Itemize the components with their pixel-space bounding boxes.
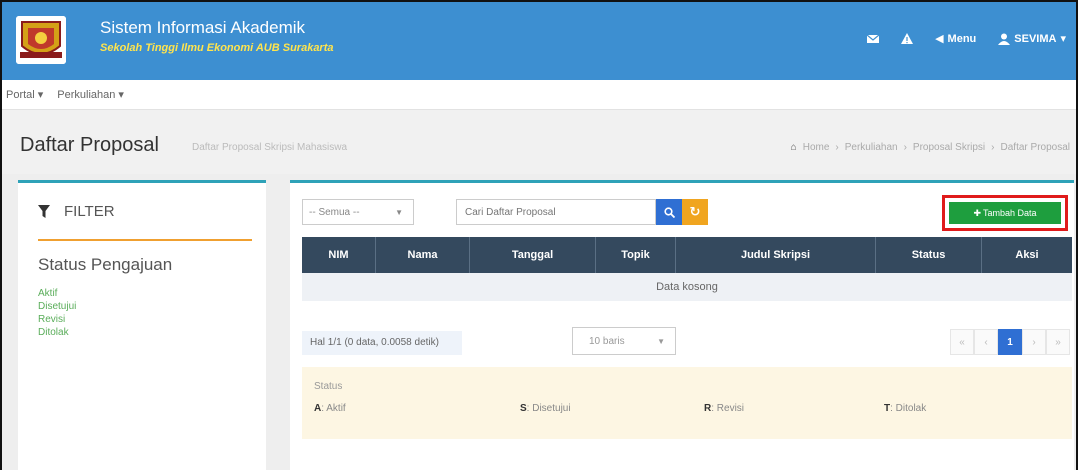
search-input[interactable]: [456, 199, 656, 225]
column-header[interactable]: Topik: [596, 237, 676, 273]
column-header[interactable]: Nama: [376, 237, 470, 273]
warning-icon: [901, 32, 914, 44]
menu-label: Menu: [947, 32, 977, 45]
filter-option-aktif[interactable]: Aktif: [38, 287, 76, 300]
main-nav: Portal ▾ Perkuliahan ▾: [2, 80, 1076, 110]
plus-icon: ✚: [973, 207, 981, 218]
home-icon: ⌂: [790, 142, 797, 153]
pagination-bar: Hal 1/1 (0 data, 0.0058 detik) 10 baris …: [302, 323, 1072, 361]
prev-page-button[interactable]: ‹: [974, 329, 998, 355]
breadcrumb: ⌂ Home › Perkuliahan › Proposal Skripsi …: [791, 142, 1070, 153]
filter-title: Status Pengajuan: [38, 255, 173, 274]
app-window: Sistem Informasi Akademik Sekolah Tinggi…: [0, 0, 1078, 470]
caret-down-icon: ▾: [118, 89, 124, 101]
breadcrumb-proposal-skripsi[interactable]: Proposal Skripsi: [913, 142, 985, 153]
filter-option-disetujui[interactable]: Disetujui: [38, 300, 76, 313]
filter-option-ditolak[interactable]: Ditolak: [38, 326, 76, 339]
breadcrumb-separator: ›: [835, 142, 839, 153]
page-subtitle: Daftar Proposal Skripsi Mahasiswa: [192, 142, 348, 153]
nav-portal-label: Portal: [6, 88, 35, 101]
pager: « ‹ 1 › »: [950, 329, 1070, 355]
top-right-menu: ◀ Menu SEVIMA ▾: [867, 32, 1066, 45]
rows-per-page-value: 10 baris: [589, 336, 625, 347]
menu-toggle-button[interactable]: ◀ Menu: [935, 32, 977, 46]
add-data-label: Tambah Data: [983, 208, 1037, 218]
institution-logo-icon[interactable]: [16, 16, 66, 64]
filter-heading-label: FILTER: [64, 203, 115, 220]
page-info: Hal 1/1 (0 data, 0.0058 detik): [302, 331, 462, 355]
legend-label: : Ditolak: [890, 403, 927, 414]
institution-name: Sekolah Tinggi Ilmu Ekonomi AUB Surakart…: [100, 42, 334, 54]
nav-perkuliahan[interactable]: Perkuliahan ▾: [57, 88, 124, 102]
filter-panel: FILTER Status Pengajuan Aktif Disetujui …: [18, 180, 266, 470]
legend-item: A: Aktif: [314, 403, 346, 414]
rows-per-page-select[interactable]: 10 baris ▼: [572, 327, 676, 355]
page-button-current[interactable]: 1: [998, 329, 1022, 355]
refresh-icon: ↻: [689, 204, 701, 219]
column-header[interactable]: Judul Skripsi: [676, 237, 876, 273]
add-button-highlight: ✚ Tambah Data: [942, 195, 1068, 231]
column-header[interactable]: Status: [876, 237, 982, 273]
nav-perkuliahan-label: Perkuliahan: [57, 88, 116, 101]
breadcrumb-perkuliahan[interactable]: Perkuliahan: [845, 142, 898, 153]
arrow-left-icon: ◀: [935, 33, 944, 45]
page-title: Daftar Proposal: [20, 134, 159, 156]
nav-portal[interactable]: Portal ▾: [6, 88, 44, 102]
filter-options: Aktif Disetujui Revisi Ditolak: [38, 287, 76, 339]
mail-button[interactable]: [867, 33, 880, 45]
empty-state-row: Data kosong: [302, 273, 1072, 301]
refresh-button[interactable]: ↻: [682, 199, 708, 225]
page-header: Daftar Proposal Daftar Proposal Skripsi …: [2, 110, 1076, 174]
breadcrumb-separator: ›: [991, 142, 995, 153]
table-header: NIM Nama Tanggal Topik Judul Skripsi Sta…: [302, 237, 1072, 273]
caret-down-icon: ▼: [395, 208, 403, 217]
breadcrumb-home[interactable]: Home: [803, 142, 830, 153]
column-header: Aksi: [1015, 249, 1039, 261]
user-name: SEVIMA: [1014, 32, 1057, 45]
add-data-button[interactable]: ✚ Tambah Data: [949, 202, 1061, 224]
status-select[interactable]: -- Semua -- ▼: [302, 199, 414, 225]
search-button[interactable]: [656, 199, 682, 225]
column-header[interactable]: Tanggal: [470, 237, 596, 273]
legend-label: : Disetujui: [526, 403, 571, 414]
first-page-button[interactable]: «: [950, 329, 974, 355]
top-bar: Sistem Informasi Akademik Sekolah Tinggi…: [2, 2, 1076, 80]
caret-down-icon: ▾: [1060, 33, 1066, 45]
legend-label: : Revisi: [711, 403, 745, 414]
status-select-value: -- Semua --: [309, 207, 360, 218]
search-icon: [663, 206, 675, 218]
next-page-button[interactable]: ›: [1022, 329, 1046, 355]
legend-item: T: Ditolak: [884, 403, 926, 414]
filter-icon: [38, 205, 50, 218]
filter-heading: FILTER: [38, 203, 115, 220]
column-header[interactable]: NIM: [302, 237, 376, 273]
last-page-button[interactable]: »: [1046, 329, 1070, 355]
caret-down-icon: ▾: [37, 89, 44, 101]
legend-item: S: Disetujui: [520, 403, 571, 414]
legend-code: S: [520, 403, 527, 414]
filter-option-revisi[interactable]: Revisi: [38, 313, 76, 326]
legend-label: : Aktif: [321, 403, 346, 414]
user-icon: [998, 33, 1011, 45]
app-title: Sistem Informasi Akademik: [100, 18, 306, 37]
user-menu-button[interactable]: SEVIMA ▾: [998, 32, 1066, 45]
envelope-icon: [867, 34, 880, 43]
legend-item: R: Revisi: [704, 403, 744, 414]
caret-down-icon: ▼: [657, 337, 665, 346]
alert-button[interactable]: [901, 32, 914, 45]
divider: [38, 239, 252, 241]
breadcrumb-separator: ›: [903, 142, 907, 153]
breadcrumb-current: Daftar Proposal: [1000, 142, 1070, 153]
main-panel: -- Semua -- ▼ ↻ ✚ Tambah Data NIM Nama T…: [290, 180, 1074, 470]
legend-title: Status: [314, 381, 343, 392]
status-legend: Status A: Aktif S: Disetujui R: Revisi T…: [302, 367, 1072, 439]
proposal-table: NIM Nama Tanggal Topik Judul Skripsi Sta…: [302, 237, 1072, 301]
